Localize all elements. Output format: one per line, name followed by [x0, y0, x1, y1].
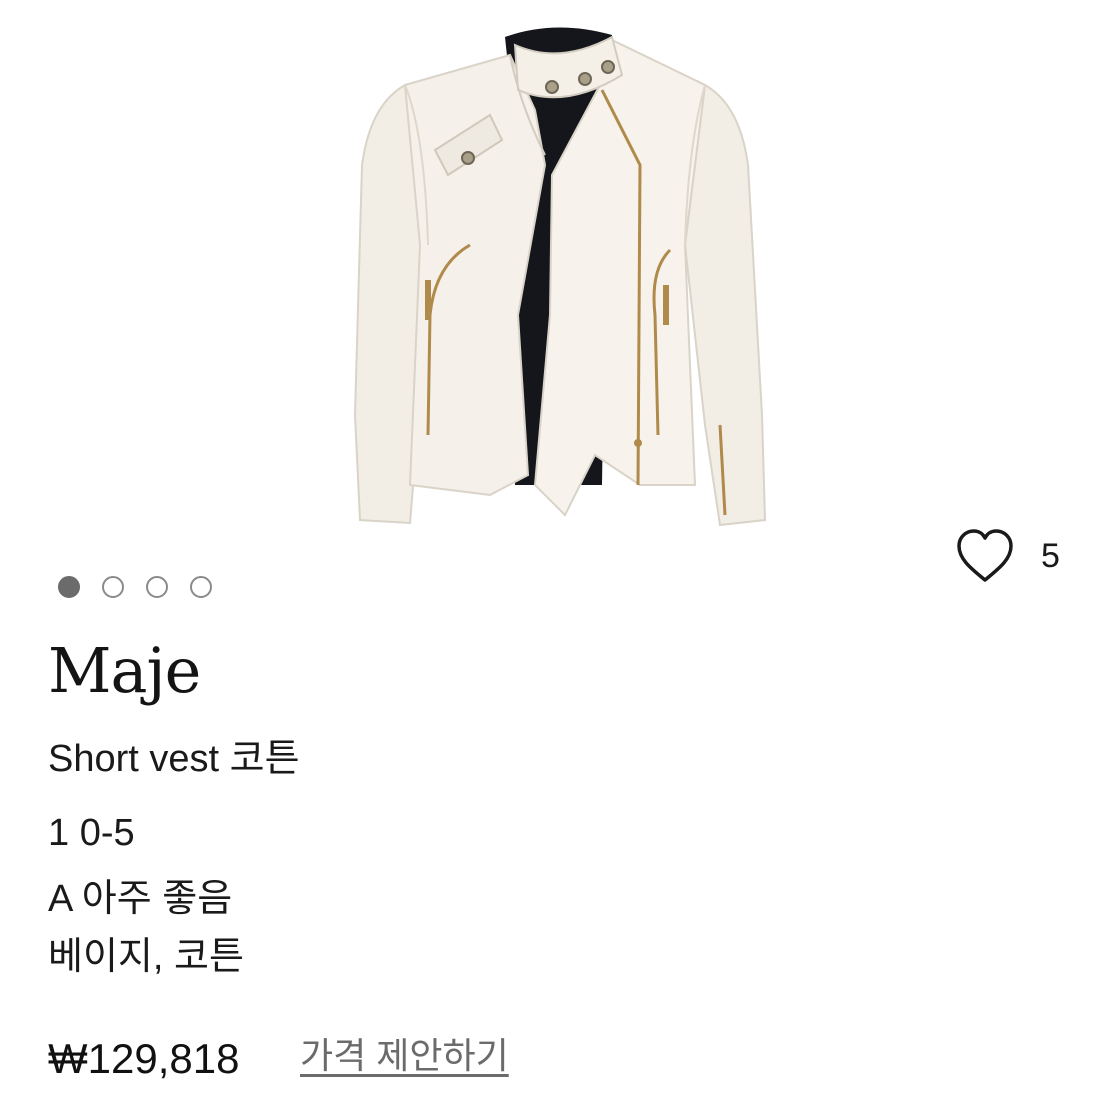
like-count: 5 [1041, 536, 1060, 575]
product-size: 1 0-5 [48, 812, 135, 854]
like-button[interactable]: 5 [955, 528, 1060, 584]
product-title: Short vest 코튼 [48, 738, 300, 780]
jacket-illustration [353, 27, 767, 527]
product-color-material: 베이지, 코튼 [48, 936, 244, 978]
heart-outline-icon[interactable] [955, 528, 1015, 584]
pagination-dot-4[interactable] [190, 576, 212, 598]
product-price: ₩129,818 [48, 1035, 240, 1082]
pagination-dot-1[interactable] [58, 576, 80, 598]
product-condition: A 아주 좋음 [48, 878, 233, 920]
pagination-dot-2[interactable] [102, 576, 124, 598]
product-image[interactable] [340, 15, 770, 530]
pagination-dot-3[interactable] [146, 576, 168, 598]
image-pagination [58, 576, 212, 598]
make-offer-link[interactable]: 가격 제안하기 [300, 1038, 509, 1074]
brand-name[interactable]: Maje [48, 640, 201, 702]
